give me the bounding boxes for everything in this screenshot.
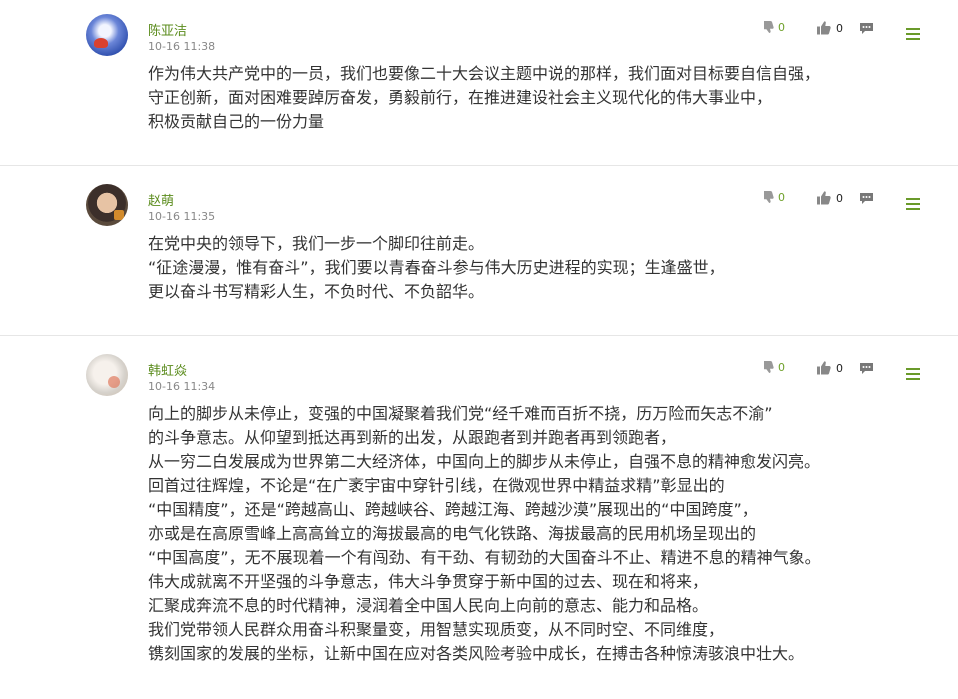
reply-icon — [860, 23, 873, 34]
comment-line: 积极贡献自己的一份力量 — [148, 112, 325, 131]
thumbs-down-icon — [764, 21, 774, 33]
thumbs-up-icon — [817, 361, 831, 375]
comment-time: 10-16 11:34 — [148, 380, 216, 393]
avatar[interactable] — [86, 14, 128, 56]
comment-time: 10-16 11:38 — [148, 40, 216, 53]
comment-line: “征途漫漫，惟有奋斗”，我们要以青春奋斗参与伟大历史进程的实现；生逢盛世， — [148, 258, 725, 277]
comment-time: 10-16 11:35 — [148, 210, 216, 223]
menu-icon[interactable] — [906, 28, 920, 40]
comment-line: 亦或是在高原雪峰上高高耸立的海拔最高的电气化铁路、海拔最高的民用机场呈现出的 — [148, 524, 757, 543]
like-button[interactable]: 0 — [816, 360, 843, 376]
thumbs-down-icon — [764, 361, 774, 373]
comment-line: 更以奋斗书写精彩人生，不负时代、不负韶华。 — [148, 282, 485, 301]
comment-text: 向上的脚步从未停止，变强的中国凝聚着我们党“经千难而百折不挠，历万险而矢志不渝”… — [148, 402, 821, 666]
comment-username[interactable]: 韩虹焱 — [148, 360, 187, 379]
comment-line: 汇聚成奔流不息的时代精神，浸润着全中国人民向上向前的意志、能力和品格。 — [148, 596, 709, 615]
comment-line: 向上的脚步从未停止，变强的中国凝聚着我们党“经千难而百折不挠，历万险而矢志不渝” — [148, 404, 773, 423]
like-count: 0 — [836, 361, 843, 375]
comment-username[interactable]: 赵萌 — [148, 190, 174, 209]
like-button[interactable]: 0 — [816, 20, 843, 36]
comment-line: 伟大成就离不开坚强的斗争意志，伟大斗争贯穿于新中国的过去、现在和将来， — [148, 572, 709, 591]
dislike-button[interactable]: 0 — [762, 190, 785, 204]
comment-text: 作为伟大共产党中的一员，我们也要像二十大会议主题中说的那样，我们面对目标要自信自… — [148, 62, 820, 134]
comment-line: 作为伟大共产党中的一员，我们也要像二十大会议主题中说的那样，我们面对目标要自信自… — [148, 64, 821, 83]
reply-button[interactable] — [859, 362, 874, 375]
dislike-button[interactable]: 0 — [762, 360, 785, 374]
reply-button[interactable] — [859, 22, 874, 35]
comment-line: 的斗争意志。从仰望到抵达再到新的出发，从跟跑者到并跑者再到领跑者， — [148, 428, 677, 447]
divider — [0, 165, 958, 166]
reply-button[interactable] — [859, 192, 874, 205]
reply-icon — [860, 363, 873, 374]
comment-line: 镌刻国家的发展的坐标，让新中国在应对各类风险考验中成长，在搏击各种惊涛骇浪中壮大… — [148, 644, 805, 663]
menu-icon[interactable] — [906, 198, 920, 210]
comment-line: “中国精度”，还是“跨越高山、跨越峡谷、跨越江海、跨越沙漠”展现出的“中国跨度”… — [148, 500, 758, 519]
like-count: 0 — [836, 21, 843, 35]
divider — [0, 335, 958, 336]
thumbs-up-icon — [817, 21, 831, 35]
thumbs-down-icon — [764, 191, 774, 203]
comment-line: 在党中央的领导下，我们一步一个脚印往前走。 — [148, 234, 485, 253]
comment-line: 回首过往辉煌，不论是“在广袤宇宙中穿针引线，在微观世界中精益求精”彰显出的 — [148, 476, 725, 495]
comment-line: “中国高度”，无不展现着一个有闯劲、有干劲、有韧劲的大国奋斗不止、精进不息的精神… — [148, 548, 821, 567]
comment-line: 我们党带领人民群众用奋斗积聚量变，用智慧实现质变，从不同时空、不同维度， — [148, 620, 725, 639]
comment-username[interactable]: 陈亚洁 — [148, 20, 187, 39]
avatar[interactable] — [86, 184, 128, 226]
dislike-count: 0 — [778, 360, 785, 374]
comment-list: 陈亚洁 10-16 11:38 0 0 作为伟大共产党中的一员，我们也要像二十大… — [0, 0, 958, 699]
like-button[interactable]: 0 — [816, 190, 843, 206]
comment-text: 在党中央的领导下，我们一步一个脚印往前走。 “征途漫漫，惟有奋斗”，我们要以青春… — [148, 232, 725, 304]
dislike-button[interactable]: 0 — [762, 20, 785, 34]
comment-line: 从一穷二白发展成为世界第二大经济体，中国向上的脚步从未停止，自强不息的精神愈发闪… — [148, 452, 821, 471]
menu-icon[interactable] — [906, 368, 920, 380]
thumbs-up-icon — [817, 191, 831, 205]
reply-icon — [860, 193, 873, 204]
dislike-count: 0 — [778, 20, 785, 34]
dislike-count: 0 — [778, 190, 785, 204]
like-count: 0 — [836, 191, 843, 205]
avatar[interactable] — [86, 354, 128, 396]
comment-line: 守正创新，面对困难要踔厉奋发，勇毅前行，在推进建设社会主义现代化的伟大事业中， — [148, 88, 773, 107]
